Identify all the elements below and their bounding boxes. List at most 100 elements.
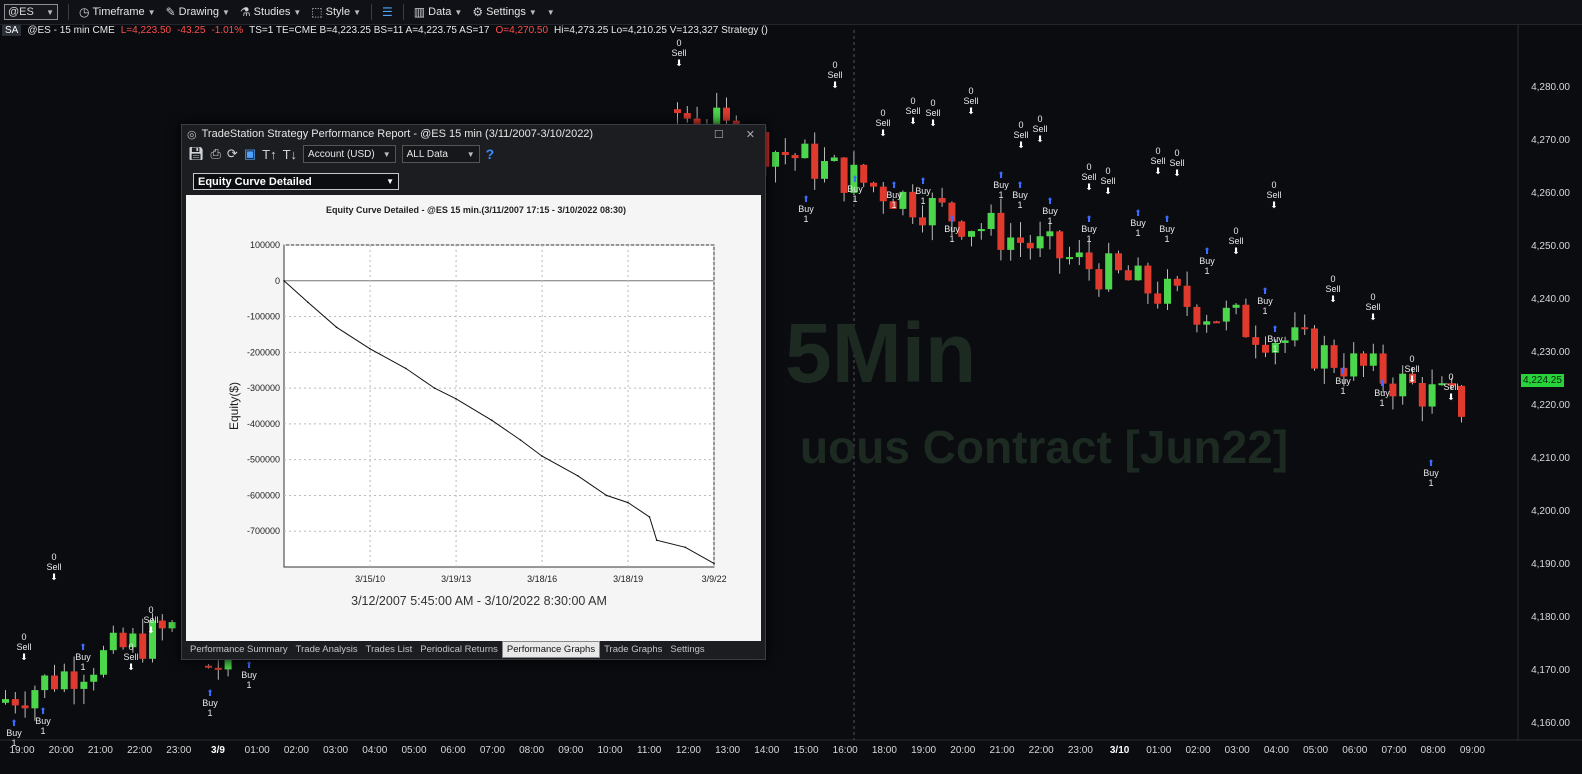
buy-signal[interactable]: ⬆ Buy 1 xyxy=(1012,180,1028,210)
sell-signal[interactable]: 0 Sell ⬇ xyxy=(875,108,890,138)
sell-signal[interactable]: 0 Sell ⬇ xyxy=(1150,146,1165,176)
buy-signal[interactable]: ⬆ Buy 1 xyxy=(75,642,91,672)
data-range-select[interactable]: ALL Data ▼ xyxy=(401,145,480,163)
buy-signal[interactable]: ⬆ Buy 1 xyxy=(1042,196,1058,226)
buy-signal[interactable]: ⬆ Buy 1 xyxy=(1267,324,1283,354)
drawing-label: Drawing xyxy=(178,6,219,18)
candle-body xyxy=(1056,231,1064,259)
buy-signal[interactable]: ⬆ Buy 1 xyxy=(915,176,931,206)
data-menu[interactable]: ▥ Data ▼ xyxy=(414,5,463,19)
chevron-down-icon: ▼ xyxy=(353,7,362,17)
sell-signal[interactable]: 0 Sell ⬇ xyxy=(827,60,842,90)
refresh-icon[interactable]: ⟳ xyxy=(227,146,238,162)
flask-icon: ⚗ xyxy=(239,5,251,19)
layout-button[interactable]: ☰ xyxy=(382,5,393,19)
tab-settings[interactable]: Settings xyxy=(666,641,708,658)
strategy-performance-report-window[interactable]: ◎ TradeStation Strategy Performance Repo… xyxy=(181,124,766,660)
close-icon[interactable]: ✕ xyxy=(746,128,755,141)
sell-signal[interactable]: 0 Sell ⬇ xyxy=(1404,354,1419,384)
buy-label: Buy xyxy=(1012,190,1028,200)
buy-signal[interactable]: ⬆ Buy 1 xyxy=(6,718,22,748)
sell-signal[interactable]: 0 Sell ⬇ xyxy=(1443,372,1458,402)
buy-signal[interactable]: ⬆ Buy 1 xyxy=(798,194,814,224)
sell-signal[interactable]: 0 Sell ⬇ xyxy=(1013,120,1028,150)
buy-signal[interactable]: ⬆ Buy 1 xyxy=(847,174,863,204)
time-tick-label: 09:00 xyxy=(1459,745,1485,756)
account-currency-select[interactable]: Account (USD) ▼ xyxy=(303,145,396,163)
sell-signal[interactable]: 0 Sell ⬇ xyxy=(905,96,920,126)
sell-signal[interactable]: 0 Sell ⬇ xyxy=(963,86,978,116)
help-icon[interactable]: ? xyxy=(486,146,495,162)
buy-signal[interactable]: ⬆ Buy 1 xyxy=(1374,378,1390,408)
buy-signal[interactable]: ⬆ Buy 1 xyxy=(886,180,902,210)
time-tick-label: 3/9 xyxy=(211,745,225,756)
buy-signal[interactable]: ⬆ Buy 1 xyxy=(35,706,51,736)
buy-signal[interactable]: ⬆ Buy 1 xyxy=(1199,246,1215,276)
y-tick-label: -600000 xyxy=(247,490,280,500)
sell-signal[interactable]: 0 Sell ⬇ xyxy=(143,605,158,635)
font-decrease-icon[interactable]: T↓ xyxy=(283,147,297,162)
sell-signal[interactable]: 0 Sell ⬇ xyxy=(1365,292,1380,322)
tab-trades-list[interactable]: Trades List xyxy=(362,641,417,658)
time-tick-label: 22:00 xyxy=(127,745,153,756)
buy-label: Buy xyxy=(915,186,931,196)
buy-signal[interactable]: ⬆ Buy 1 xyxy=(1081,214,1097,244)
sell-quantity: 0 xyxy=(1271,180,1277,190)
equity-point xyxy=(405,367,407,370)
buy-signal[interactable]: ⬆ Buy 1 xyxy=(1257,286,1273,316)
sell-signal[interactable]: 0 Sell ⬇ xyxy=(1100,166,1115,196)
sell-quantity: 0 xyxy=(1174,148,1180,158)
sell-signal[interactable]: 0 Sell ⬇ xyxy=(16,632,31,662)
candle-body xyxy=(214,667,222,670)
sell-signal[interactable]: 0 Sell ⬇ xyxy=(671,38,686,68)
equity-point xyxy=(491,419,493,422)
buy-signal[interactable]: ⬆ Buy 1 xyxy=(1130,208,1146,238)
buy-signal[interactable]: ⬆ Buy 1 xyxy=(993,170,1009,200)
tab-performance-graphs[interactable]: Performance Graphs xyxy=(501,641,601,658)
buy-signal[interactable]: ⬆ Buy 1 xyxy=(1335,366,1351,396)
print-icon[interactable]: ⎙ xyxy=(211,146,221,162)
toolbar-overflow-button[interactable]: ▼ xyxy=(547,8,555,17)
sell-signal[interactable]: 0 Sell ⬇ xyxy=(1169,148,1184,178)
sell-signal[interactable]: 0 Sell ⬇ xyxy=(1032,114,1047,144)
tab-trade-analysis[interactable]: Trade Analysis xyxy=(292,641,362,658)
graph-type-select[interactable]: Equity Curve Detailed ▼ xyxy=(193,173,399,190)
drawing-menu[interactable]: ✎ Drawing ▼ xyxy=(166,5,230,19)
timeframe-menu[interactable]: ◷ Timeframe ▼ xyxy=(79,5,156,19)
buy-signal[interactable]: ⬆ Buy 1 xyxy=(1423,458,1439,488)
sell-signal[interactable]: 0 Sell ⬇ xyxy=(123,642,138,672)
sell-signal[interactable]: 0 Sell ⬇ xyxy=(925,98,940,128)
style-menu[interactable]: ⬚ Style ▼ xyxy=(311,5,361,19)
candle-body xyxy=(139,633,147,659)
tab-trade-graphs[interactable]: Trade Graphs xyxy=(600,641,666,658)
symbol-selector[interactable]: @ES ▼ xyxy=(4,4,58,20)
sell-signal[interactable]: 0 Sell ⬇ xyxy=(1081,162,1096,192)
y-tick-label: -500000 xyxy=(247,455,280,465)
buy-quantity: 1 xyxy=(207,708,213,718)
tab-performance-summary[interactable]: Performance Summary xyxy=(186,641,292,658)
tradestation-logo-icon: ◎ xyxy=(187,128,197,141)
arrow-down-icon: ⬇ xyxy=(1447,392,1455,402)
time-tick-label: 01:00 xyxy=(244,745,270,756)
buy-signal[interactable]: ⬆ Buy 1 xyxy=(202,688,218,718)
sell-signal[interactable]: 0 Sell ⬇ xyxy=(46,552,61,582)
sell-signal[interactable]: 0 Sell ⬇ xyxy=(1325,274,1340,304)
studies-menu[interactable]: ⚗ Studies ▼ xyxy=(240,5,301,19)
sell-signal[interactable]: 0 Sell ⬇ xyxy=(1266,180,1281,210)
tab-periodical-returns[interactable]: Periodical Returns xyxy=(416,641,502,658)
font-increase-icon[interactable]: T↑ xyxy=(262,147,276,162)
sa-badge[interactable]: SA xyxy=(2,25,22,36)
gear-icon: ⚙ xyxy=(472,5,484,19)
buy-quantity: 1 xyxy=(1164,234,1170,244)
sell-label: Sell xyxy=(1228,236,1244,246)
maximize-icon[interactable]: ☐ xyxy=(714,128,724,141)
report-title-bar[interactable]: ◎ TradeStation Strategy Performance Repo… xyxy=(182,125,765,143)
buy-signal[interactable]: ⬆ Buy 1 xyxy=(241,660,257,690)
sell-signal[interactable]: 0 Sell ⬇ xyxy=(1228,226,1243,256)
buy-signal[interactable]: ⬆ Buy 1 xyxy=(1159,214,1175,244)
snapshot-icon[interactable]: ▣ xyxy=(244,146,256,162)
save-icon[interactable]: 💾︎ xyxy=(188,146,205,162)
symbol-description: @ES - 15 min CME xyxy=(27,25,115,36)
settings-menu[interactable]: ⚙ Settings ▼ xyxy=(472,5,536,19)
buy-signal[interactable]: ⬆ Buy 1 xyxy=(944,214,960,244)
